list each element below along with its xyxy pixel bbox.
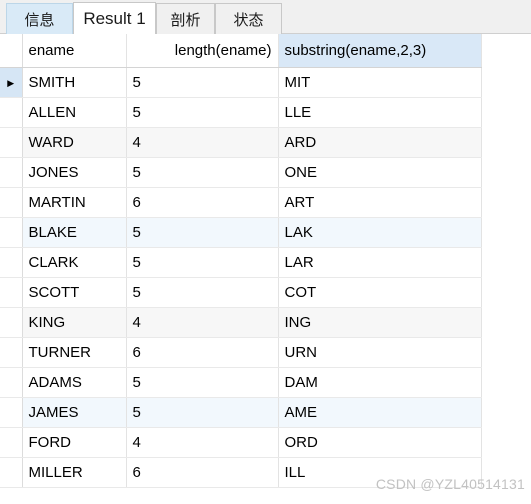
cell-ename[interactable]: JAMES xyxy=(22,397,127,428)
row-gutter[interactable] xyxy=(0,367,23,398)
table-row[interactable]: ADAMS 5 DAM xyxy=(0,367,482,398)
column-header-ename[interactable]: ename xyxy=(22,34,127,68)
row-gutter[interactable] xyxy=(0,427,23,458)
tab-2[interactable]: Result 1 xyxy=(73,2,156,34)
cell-length[interactable]: 6 xyxy=(126,457,279,488)
current-row-arrow-icon: ▶ xyxy=(7,77,15,88)
cell-ename[interactable]: CLARK xyxy=(22,247,127,278)
cell-length[interactable]: 5 xyxy=(126,367,279,398)
tab-label: 状态 xyxy=(233,11,264,29)
cell-ename[interactable]: TURNER xyxy=(22,337,127,368)
cell-ename[interactable]: MILLER xyxy=(22,457,127,488)
table-row[interactable]: ▶ SMITH 5 MIT xyxy=(0,67,482,98)
cell-length[interactable]: 5 xyxy=(126,247,279,278)
cell-length[interactable]: 5 xyxy=(126,97,279,128)
tab-1[interactable]: 信息 xyxy=(6,3,73,34)
cell-substring[interactable]: DAM xyxy=(278,367,482,398)
result-table: ename length(ename) substring(ename,2,3) ▶… xyxy=(0,34,482,488)
cell-substring[interactable]: AME xyxy=(278,397,482,428)
table-row[interactable]: FORD 4 ORD xyxy=(0,427,482,458)
cell-substring[interactable]: LAR xyxy=(278,247,482,278)
row-gutter[interactable] xyxy=(0,187,23,218)
cell-length[interactable]: 5 xyxy=(126,67,279,98)
table-header: ename length(ename) substring(ename,2,3) xyxy=(0,34,482,68)
cell-substring[interactable]: MIT xyxy=(278,67,482,98)
cell-substring[interactable]: ING xyxy=(278,307,482,338)
table-row[interactable]: MARTIN 6 ART xyxy=(0,187,482,218)
cell-length[interactable]: 6 xyxy=(126,337,279,368)
cell-length[interactable]: 5 xyxy=(126,277,279,308)
tab-4[interactable]: 状态 xyxy=(215,3,282,34)
row-gutter[interactable] xyxy=(0,307,23,338)
cell-ename[interactable]: BLAKE xyxy=(22,217,127,248)
tab-label: 信息 xyxy=(24,11,55,29)
cell-substring[interactable]: LLE xyxy=(278,97,482,128)
cell-length[interactable]: 4 xyxy=(126,427,279,458)
cell-substring[interactable]: ARD xyxy=(278,127,482,158)
cell-ename[interactable]: JONES xyxy=(22,157,127,188)
watermark: CSDN @YZL40514131 xyxy=(375,476,525,492)
cell-ename[interactable]: WARD xyxy=(22,127,127,158)
table-row[interactable]: CLARK 5 LAR xyxy=(0,247,482,278)
cell-substring[interactable]: ORD xyxy=(278,427,482,458)
row-gutter[interactable] xyxy=(0,397,23,428)
result-grid[interactable]: ename length(ename) substring(ename,2,3) ▶… xyxy=(0,34,531,504)
table-row[interactable]: BLAKE 5 LAK xyxy=(0,217,482,248)
row-gutter[interactable] xyxy=(0,277,23,308)
tab-label: 剖析 xyxy=(170,11,201,29)
cell-ename[interactable]: FORD xyxy=(22,427,127,458)
cell-length[interactable]: 5 xyxy=(126,157,279,188)
table-body: ▶ SMITH 5 MIT ALLEN 5 LLE WARD 4 ARD JONES 5 ONE MART… xyxy=(0,67,482,488)
tab-label: Result 1 xyxy=(83,8,146,28)
tab-3[interactable]: 剖析 xyxy=(156,3,215,34)
cell-ename[interactable]: ALLEN xyxy=(22,97,127,128)
table-row[interactable]: KING 4 ING xyxy=(0,307,482,338)
table-row[interactable]: WARD 4 ARD xyxy=(0,127,482,158)
cell-ename[interactable]: KING xyxy=(22,307,127,338)
cell-length[interactable]: 6 xyxy=(126,187,279,218)
header-row: ename length(ename) substring(ename,2,3) xyxy=(0,34,482,68)
row-gutter[interactable] xyxy=(0,217,23,248)
cell-substring[interactable]: ART xyxy=(278,187,482,218)
row-gutter[interactable] xyxy=(0,157,23,188)
gutter-header xyxy=(0,34,23,68)
cell-substring[interactable]: URN xyxy=(278,337,482,368)
result-tab-strip: 信息 Result 1 剖析 状态 xyxy=(0,0,531,34)
cell-ename[interactable]: MARTIN xyxy=(22,187,127,218)
cell-substring[interactable]: COT xyxy=(278,277,482,308)
table-row[interactable]: JONES 5 ONE xyxy=(0,157,482,188)
table-row[interactable]: SCOTT 5 COT xyxy=(0,277,482,308)
column-header-length[interactable]: length(ename) xyxy=(126,34,279,68)
cell-ename[interactable]: ADAMS xyxy=(22,367,127,398)
row-gutter[interactable] xyxy=(0,247,23,278)
cell-length[interactable]: 4 xyxy=(126,127,279,158)
cell-length[interactable]: 4 xyxy=(126,307,279,338)
cell-length[interactable]: 5 xyxy=(126,397,279,428)
cell-ename[interactable]: SMITH xyxy=(22,67,127,98)
row-gutter[interactable] xyxy=(0,457,23,488)
cell-ename[interactable]: SCOTT xyxy=(22,277,127,308)
cell-substring[interactable]: LAK xyxy=(278,217,482,248)
table-row[interactable]: ALLEN 5 LLE xyxy=(0,97,482,128)
table-row[interactable]: JAMES 5 AME xyxy=(0,397,482,428)
row-gutter[interactable] xyxy=(0,127,23,158)
table-row[interactable]: TURNER 6 URN xyxy=(0,337,482,368)
row-gutter[interactable]: ▶ xyxy=(0,67,23,98)
cell-substring[interactable]: ONE xyxy=(278,157,482,188)
cell-length[interactable]: 5 xyxy=(126,217,279,248)
row-gutter[interactable] xyxy=(0,97,23,128)
row-gutter[interactable] xyxy=(0,337,23,368)
column-header-substring[interactable]: substring(ename,2,3) xyxy=(278,34,482,68)
